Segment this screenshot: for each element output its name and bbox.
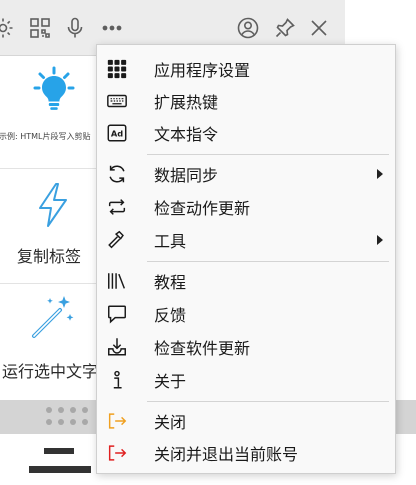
menu-separator <box>147 401 389 402</box>
menu-item-label: 关闭并退出当前账号 <box>154 445 299 464</box>
menu-item-label: 检查动作更新 <box>154 199 251 218</box>
page-indicator[interactable] <box>46 407 96 425</box>
logout-icon <box>105 441 129 465</box>
menu-item-feedback[interactable]: 反馈 <box>97 298 395 330</box>
menu-item-tutorial[interactable]: 教程 <box>97 265 395 297</box>
menu-item-data-sync[interactable]: 数据同步 <box>97 158 395 190</box>
sync-icon <box>105 162 129 186</box>
menu-item-check-software-updates[interactable]: 检查软件更新 <box>97 331 395 363</box>
gear-icon[interactable] <box>0 14 16 42</box>
close-window-icon <box>105 409 129 433</box>
repeat-icon <box>105 195 129 219</box>
menu-item-label: 教程 <box>154 273 187 292</box>
menu-item-label: 文本指令 <box>154 125 219 144</box>
menu-item-tools[interactable]: 工具 <box>97 224 395 256</box>
menu-item-hotkeys[interactable]: 扩展热键 <box>97 85 395 117</box>
menu-item-app-settings[interactable]: 应用程序设置 <box>97 53 395 85</box>
menu-separator <box>147 154 389 155</box>
close-icon[interactable] <box>306 14 332 42</box>
submenu-arrow-icon <box>377 169 383 179</box>
svg-text:Ad: Ad <box>111 129 123 139</box>
menu-item-label: 应用程序设置 <box>154 61 251 80</box>
lightning-icon[interactable] <box>36 182 70 228</box>
microphone-icon[interactable] <box>62 14 88 42</box>
ad-icon: Ad <box>105 121 129 145</box>
menu-item-label: 反馈 <box>154 306 187 325</box>
apps-grid-icon <box>105 57 129 81</box>
grid-divider <box>0 168 96 169</box>
menu-item-label: 检查软件更新 <box>154 339 251 358</box>
context-menu: 应用程序设置 扩展热键 Ad 文本指令 数据同步 检查动作更新 工具 教程 反馈… <box>96 44 396 474</box>
menu-item-label: 关于 <box>154 372 187 391</box>
bottom-cell-icon <box>29 466 91 473</box>
menu-item-label: 数据同步 <box>154 166 219 185</box>
more-icon[interactable] <box>99 14 125 42</box>
pin-icon[interactable] <box>272 14 298 42</box>
bottom-cell-icon <box>44 448 74 454</box>
menu-item-close-and-logout[interactable]: 关闭并退出当前账号 <box>97 437 395 469</box>
menu-item-check-action-updates[interactable]: 检查动作更新 <box>97 191 395 223</box>
menu-item-about[interactable]: 关于 <box>97 364 395 396</box>
menu-item-label: 关闭 <box>154 413 187 432</box>
run-selected-label[interactable]: 运行选中文字 <box>2 358 96 382</box>
menu-item-label: 扩展热键 <box>154 93 219 112</box>
menu-item-text-commands[interactable]: Ad 文本指令 <box>97 117 395 149</box>
info-icon <box>105 368 129 392</box>
menu-item-close[interactable]: 关闭 <box>97 405 395 437</box>
download-icon <box>105 335 129 359</box>
menu-item-label: 工具 <box>154 232 187 251</box>
menu-separator <box>147 261 389 262</box>
qr-code-icon[interactable] <box>27 14 53 42</box>
hammer-icon <box>105 228 129 252</box>
magic-wand-icon[interactable] <box>26 292 78 344</box>
keyboard-icon <box>105 89 129 113</box>
account-icon[interactable] <box>235 14 261 42</box>
feedback-icon <box>105 302 129 326</box>
submenu-arrow-icon <box>377 235 383 245</box>
grid-divider <box>0 283 96 284</box>
lightbulb-icon[interactable] <box>28 62 80 114</box>
books-icon <box>105 269 129 293</box>
